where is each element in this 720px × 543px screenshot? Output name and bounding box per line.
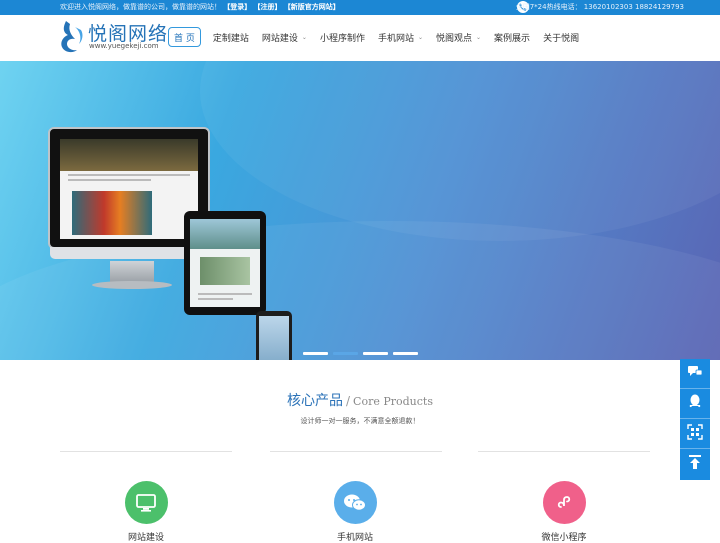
chat-icon [687, 364, 703, 383]
chat-button[interactable] [680, 359, 710, 389]
nav-label: 案例展示 [494, 33, 531, 44]
divider [60, 451, 232, 452]
logo-subtitle: www.yuegekeji.com [89, 42, 159, 50]
nav-label: 手机网站 [377, 33, 414, 44]
nav-item-viewpoints[interactable]: 悦阁观点 ⌄ [436, 27, 481, 47]
back-to-top-icon [687, 454, 703, 474]
product-label: 手机网站 [336, 533, 373, 543]
login-link[interactable]: 【登录】 [223, 3, 251, 11]
section-title: 核心产品 / Core Products [0, 390, 720, 410]
slider-dot-4[interactable] [393, 352, 418, 355]
monitor-stand [110, 261, 154, 283]
hotline-text: 全国7*24热线电话： 13620102303 18824129793 [515, 3, 684, 11]
product-mobile-site[interactable]: 手机网站 [305, 481, 405, 543]
nav-label: 首 页 [174, 33, 195, 44]
product-label: 微信小程序 [541, 533, 587, 543]
section-title-separator: / [346, 394, 351, 408]
slider-dot-1[interactable] [303, 352, 328, 355]
new-site-link[interactable]: 【新版官方网站】 [284, 3, 340, 11]
divider [270, 451, 442, 452]
nav-item-about[interactable]: 关于悦阁 [543, 27, 579, 47]
main-nav: 首 页 定制建站 网站建设 ⌄ 小程序制作 手机网站 ⌄ 悦阁观点 ⌄ 案例展示 关于… [168, 26, 592, 48]
divider [478, 451, 650, 452]
logo-icon[interactable] [58, 19, 86, 55]
nav-label: 网站建设 [261, 33, 298, 44]
section-subtitle: 设计师一对一服务，不满意全额退款！ [300, 417, 420, 425]
nav-label: 关于悦阁 [543, 33, 580, 44]
nav-label: 悦阁观点 [436, 33, 473, 44]
nav-item-cases[interactable]: 案例展示 [494, 27, 530, 47]
monitor-screen [60, 139, 198, 239]
nav-label: 定制建站 [212, 33, 249, 44]
product-website-build[interactable]: 网站建设 [96, 481, 196, 543]
back-to-top-button[interactable] [680, 449, 710, 479]
product-label: 网站建设 [127, 533, 164, 543]
welcome-text: 欢迎进入悦阁网络，做靠谱的公司，做靠谱的网站！ 【登录】 【注册】 【新版官方网… [60, 0, 340, 15]
register-link[interactable]: 【注册】 [253, 3, 281, 11]
welcome-message: 欢迎进入悦阁网络，做靠谱的公司，做靠谱的网站！ [60, 3, 221, 11]
banner-decoration [200, 61, 720, 241]
nav-item-custom-site[interactable]: 定制建站 [213, 27, 249, 47]
mini-program-icon [542, 481, 586, 524]
slider-dot-2[interactable] [333, 352, 358, 355]
chevron-down-icon: ⌄ [417, 33, 423, 41]
monitor-base [92, 281, 172, 289]
wechat-icon [333, 481, 377, 524]
nav-label: 小程序制作 [319, 33, 365, 44]
hero-banner[interactable] [0, 61, 720, 360]
nav-item-mobile-site[interactable]: 手机网站 ⌄ [378, 27, 423, 47]
monitor-icon [124, 481, 168, 524]
product-mini-program[interactable]: 微信小程序 [514, 481, 614, 543]
qq-button[interactable] [680, 389, 710, 419]
chevron-down-icon: ⌄ [476, 33, 482, 41]
nav-item-website-build[interactable]: 网站建设 ⌄ [262, 27, 307, 47]
slider-dot-3[interactable] [363, 352, 388, 355]
section-title-cn: 核心产品 [287, 393, 343, 409]
phone-illustration [256, 311, 292, 360]
floating-toolbar [680, 359, 710, 480]
top-bar: 欢迎进入悦阁网络，做靠谱的公司，做靠谱的网站！ 【登录】 【注册】 【新版官方网… [0, 0, 720, 15]
qrcode-button[interactable] [680, 419, 710, 449]
qq-icon [688, 394, 702, 414]
nav-item-mini-program[interactable]: 小程序制作 [320, 27, 365, 47]
site-header: 悦阁网络 www.yuegekeji.com 首 页 定制建站 网站建设 ⌄ 小程… [0, 15, 720, 61]
chevron-down-icon: ⌄ [301, 33, 307, 41]
slider-dots [303, 352, 423, 355]
section-title-en: Core Products [353, 395, 433, 408]
qrcode-icon [687, 423, 703, 444]
tablet-illustration [184, 211, 266, 315]
nav-item-home[interactable]: 首 页 [168, 27, 201, 47]
